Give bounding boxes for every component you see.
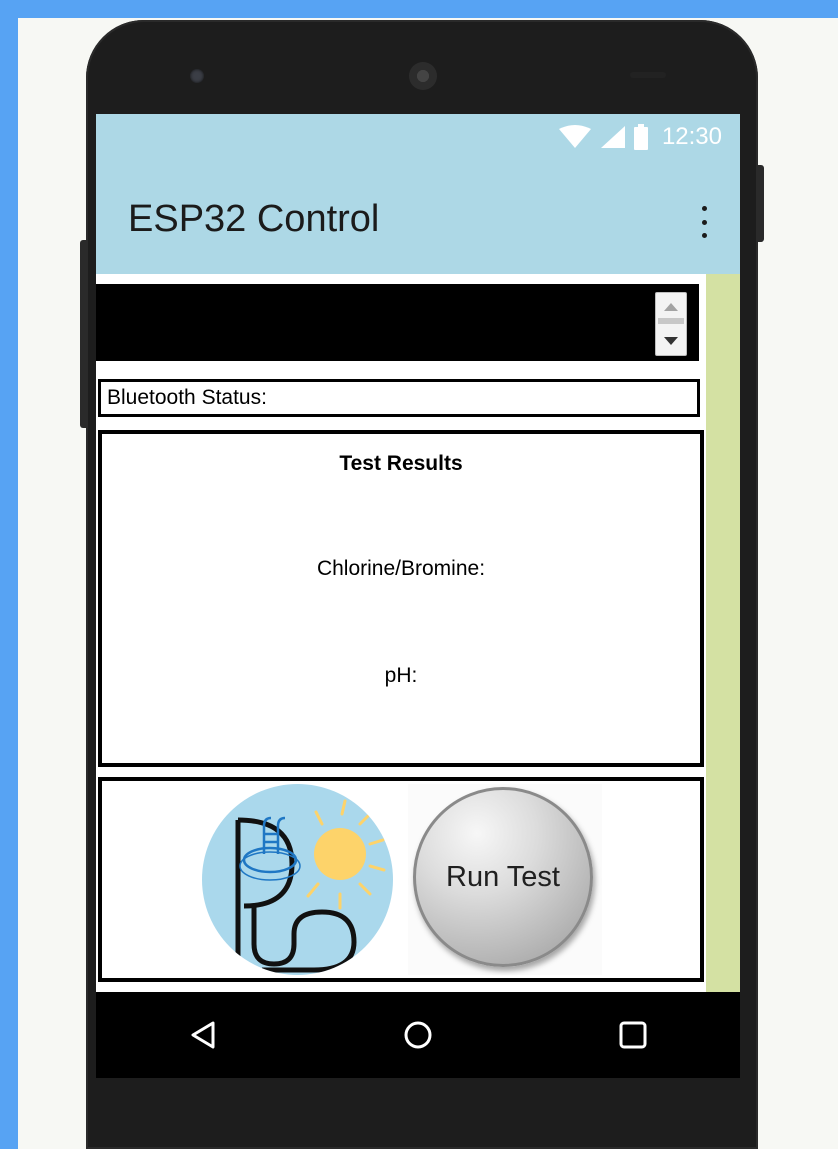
screen-content: Bluetooth Status: Test Results Chlorine/… bbox=[96, 274, 706, 992]
scroll-down-arrow-icon[interactable] bbox=[656, 331, 686, 351]
scroll-up-arrow-icon[interactable] bbox=[656, 297, 686, 317]
device-list-picker[interactable] bbox=[96, 284, 699, 361]
home-icon[interactable] bbox=[398, 1015, 438, 1055]
test-results-panel: Test Results Chlorine/Bromine: pH: bbox=[98, 430, 704, 767]
wifi-icon bbox=[558, 125, 591, 148]
ph-label: pH: bbox=[384, 664, 418, 687]
scroll-thumb[interactable] bbox=[658, 318, 684, 324]
pool-sun-logo bbox=[202, 784, 393, 975]
camera-icon bbox=[190, 69, 204, 83]
run-test-button[interactable]: Run Test bbox=[413, 787, 593, 967]
overflow-menu-icon[interactable] bbox=[698, 206, 710, 238]
signal-icon bbox=[600, 126, 625, 148]
chlorine-bromine-label: Chlorine/Bromine: bbox=[316, 557, 486, 580]
scroll-side-strip bbox=[706, 274, 740, 992]
speaker-icon bbox=[409, 62, 437, 90]
sensor-icon bbox=[630, 72, 666, 78]
back-icon[interactable] bbox=[183, 1015, 223, 1055]
navigation-bar bbox=[96, 992, 740, 1078]
recents-icon[interactable] bbox=[613, 1015, 653, 1055]
run-test-button-frame: Run Test bbox=[408, 784, 602, 975]
app-bar: 12:30 ESP32 Control bbox=[96, 114, 740, 274]
battery-icon bbox=[633, 124, 648, 150]
app-title: ESP32 Control bbox=[128, 198, 380, 240]
actions-panel: Run Test bbox=[98, 777, 704, 982]
list-scrollbar[interactable] bbox=[655, 292, 687, 356]
phone-screen: 12:30 ESP32 Control Bluetooth Status: Te… bbox=[96, 114, 740, 1078]
status-time: 12:30 bbox=[661, 123, 722, 150]
status-bar: 12:30 bbox=[558, 122, 722, 152]
bluetooth-status-label: Bluetooth Status: bbox=[98, 379, 700, 417]
results-title: Test Results bbox=[339, 452, 463, 475]
